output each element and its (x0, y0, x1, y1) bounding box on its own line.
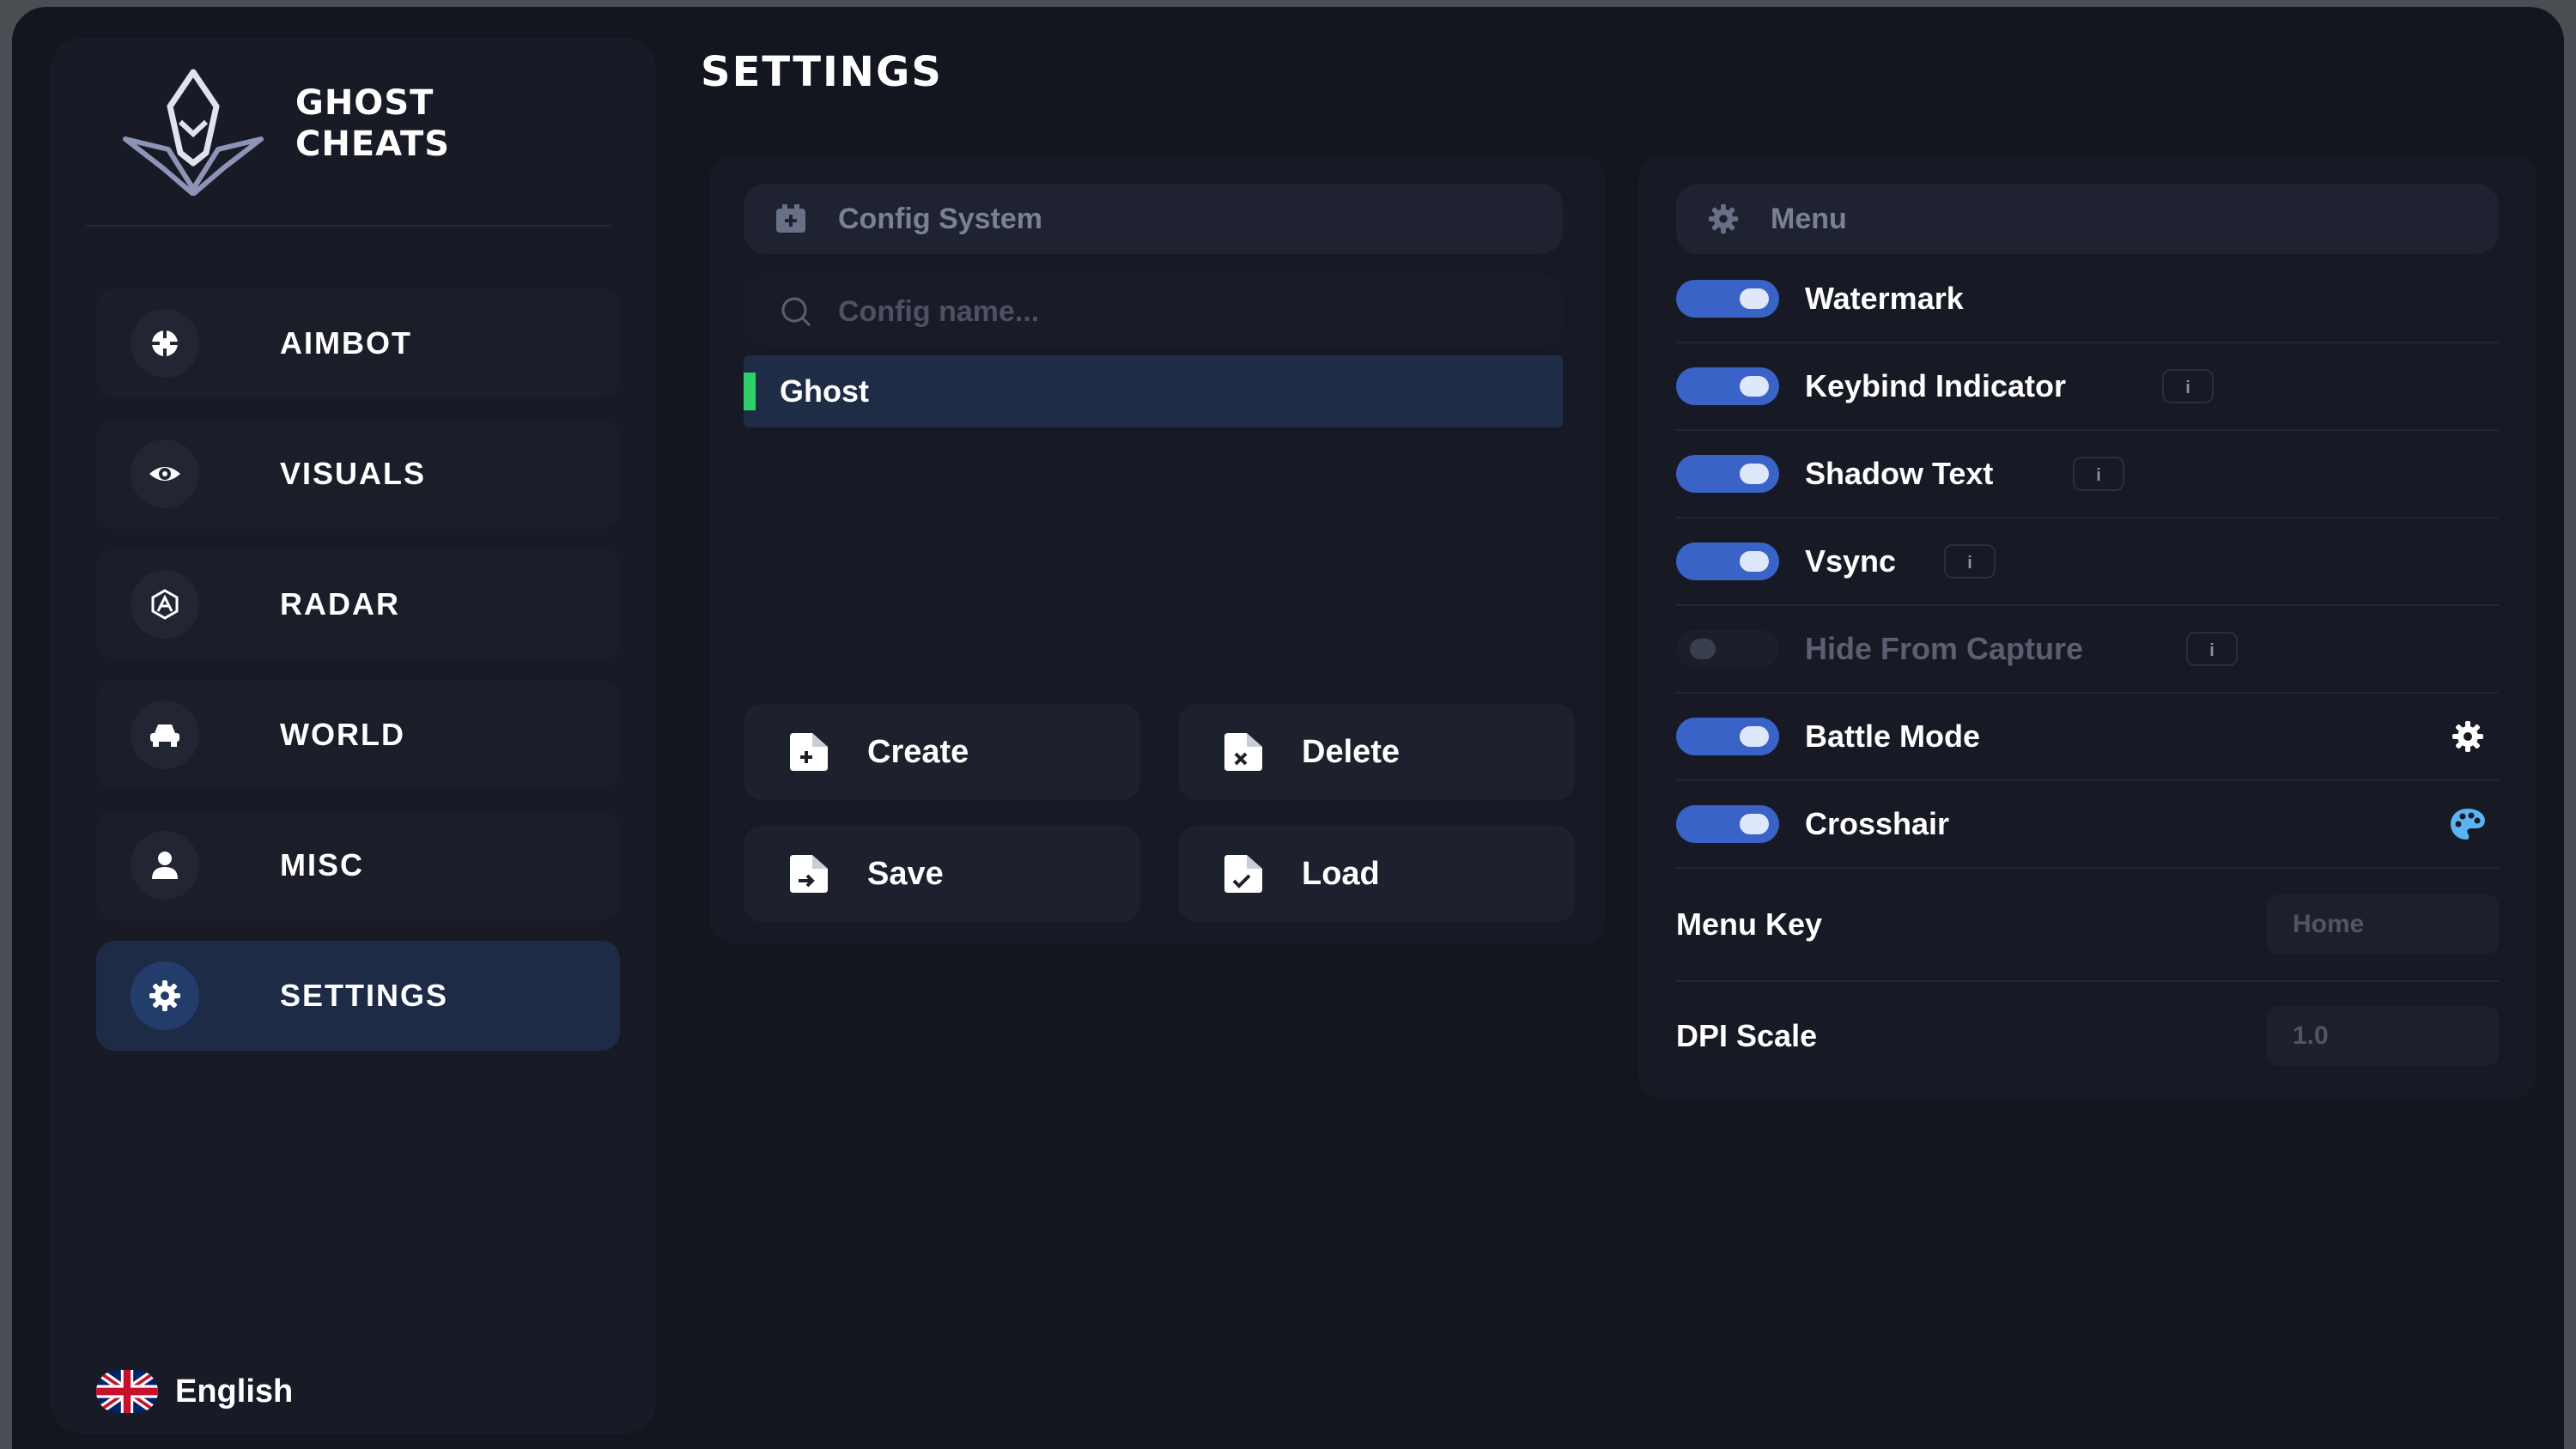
file-load-icon (1224, 855, 1262, 893)
setting-label: Watermark (1805, 281, 1964, 316)
radar-icon (131, 570, 199, 639)
sidebar-item-label: VISUALS (280, 456, 427, 491)
sidebar: GHOST CHEATS AIMBOT VISUALS RADAR WORLD … (50, 38, 656, 1434)
keybind-indicator-toggle[interactable] (1676, 367, 1779, 405)
setting-label: Crosshair (1805, 806, 1950, 841)
sidebar-item-label: RADAR (280, 586, 400, 621)
setting-row-vsync: Vsync i (1676, 518, 2499, 606)
setting-row-shadow-text: Shadow Text i (1676, 431, 2499, 518)
file-add-icon (790, 733, 828, 771)
config-list-item[interactable]: Ghost (744, 355, 1563, 427)
load-label: Load (1302, 856, 1380, 892)
setting-label: Keybind Indicator (1805, 368, 2067, 403)
gear-icon[interactable] (2449, 719, 2487, 754)
dpi-scale-field[interactable]: 1.0 (2267, 1006, 2499, 1066)
menu-panel: Menu Watermark Keybind Indicator i Shado… (1638, 155, 2537, 1099)
sidebar-item-misc[interactable]: MISC (96, 810, 620, 920)
save-button[interactable]: Save (744, 826, 1140, 922)
watermark-toggle[interactable] (1676, 280, 1779, 318)
menu-panel-title: Menu (1771, 203, 1847, 235)
setting-label: Battle Mode (1805, 718, 1981, 754)
shadow-text-toggle[interactable] (1676, 455, 1779, 493)
delete-label: Delete (1302, 734, 1400, 770)
setting-row-watermark: Watermark (1676, 256, 2499, 343)
sidebar-item-aimbot[interactable]: AIMBOT (96, 288, 620, 398)
menu-key-value: Home (2293, 910, 2365, 938)
config-panel: Config System Ghost Create Delete Save L… (709, 155, 1606, 944)
ghost-logo-icon (123, 69, 264, 196)
sidebar-item-world[interactable]: WORLD (96, 680, 620, 790)
info-icon[interactable]: i (2073, 457, 2124, 491)
create-label: Create (867, 734, 969, 770)
load-button[interactable]: Load (1178, 826, 1575, 922)
config-icon (776, 204, 805, 233)
uk-flag-icon (96, 1370, 158, 1413)
sidebar-item-visuals[interactable]: VISUALS (96, 419, 620, 529)
hide-from-capture-toggle[interactable] (1676, 630, 1779, 668)
selected-marker (744, 373, 756, 410)
setting-row-crosshair: Crosshair (1676, 781, 2499, 869)
file-save-icon (790, 855, 828, 893)
setting-row-hide-from-capture: Hide From Capture i (1676, 606, 2499, 694)
info-icon[interactable]: i (2186, 632, 2238, 666)
sidebar-item-settings[interactable]: SETTINGS (96, 941, 620, 1051)
toggle-knob (1740, 288, 1769, 309)
config-panel-title: Config System (838, 203, 1043, 235)
brand-name-line2: CHEATS (295, 124, 451, 164)
menu-key-field[interactable]: Home (2267, 894, 2499, 955)
setting-label: Vsync (1805, 543, 1897, 579)
search-icon (781, 297, 811, 327)
toggle-knob (1740, 551, 1769, 572)
sidebar-item-label: AIMBOT (280, 325, 412, 361)
menu-panel-header: Menu (1676, 184, 2499, 254)
vsync-toggle[interactable] (1676, 543, 1779, 580)
crosshair-toggle[interactable] (1676, 805, 1779, 843)
dpi-scale-value: 1.0 (2293, 1022, 2329, 1050)
info-icon[interactable]: i (2162, 369, 2214, 403)
toggle-knob (1740, 464, 1769, 484)
crosshair-icon (131, 309, 199, 378)
gear-icon (131, 961, 199, 1030)
config-panel-header: Config System (744, 184, 1563, 254)
info-icon[interactable]: i (1944, 544, 1996, 579)
menu-key-row: Menu Key Home (1676, 869, 2499, 982)
sidebar-item-radar[interactable]: RADAR (96, 549, 620, 659)
toggle-knob (1740, 814, 1769, 834)
setting-row-keybind-indicator: Keybind Indicator i (1676, 343, 2499, 431)
eye-icon (131, 440, 199, 508)
config-item-label: Ghost (780, 373, 869, 409)
config-search (744, 275, 1563, 349)
setting-label: Shadow Text (1805, 456, 1994, 491)
brand-name: GHOST CHEATS (295, 82, 605, 165)
toggle-knob (1690, 639, 1716, 659)
palette-icon[interactable] (2449, 807, 2487, 841)
file-delete-icon (1224, 733, 1262, 771)
create-button[interactable]: Create (744, 704, 1140, 800)
config-name-input[interactable] (836, 275, 1544, 349)
dpi-scale-label: DPI Scale (1676, 1018, 1818, 1053)
car-icon (131, 700, 199, 769)
setting-row-battle-mode: Battle Mode (1676, 694, 2499, 781)
brand: GHOST CHEATS (50, 38, 656, 227)
user-icon (131, 831, 199, 900)
save-label: Save (867, 856, 944, 892)
gear-icon (1708, 203, 1739, 234)
divider (86, 225, 611, 227)
sidebar-item-label: MISC (280, 847, 364, 882)
app-window: GHOST CHEATS AIMBOT VISUALS RADAR WORLD … (12, 7, 2564, 1449)
setting-label: Hide From Capture (1805, 631, 2084, 666)
dpi-scale-row: DPI Scale 1.0 (1676, 980, 2499, 1092)
menu-key-label: Menu Key (1676, 906, 1823, 942)
page-title: SETTINGS (701, 48, 943, 96)
sidebar-item-label: WORLD (280, 717, 405, 752)
language-label: English (175, 1373, 294, 1410)
brand-name-line1: GHOST (295, 83, 434, 123)
toggle-knob (1740, 726, 1769, 747)
battle-mode-toggle[interactable] (1676, 718, 1779, 755)
delete-button[interactable]: Delete (1178, 704, 1575, 800)
toggle-knob (1740, 376, 1769, 397)
sidebar-item-label: SETTINGS (280, 978, 449, 1013)
